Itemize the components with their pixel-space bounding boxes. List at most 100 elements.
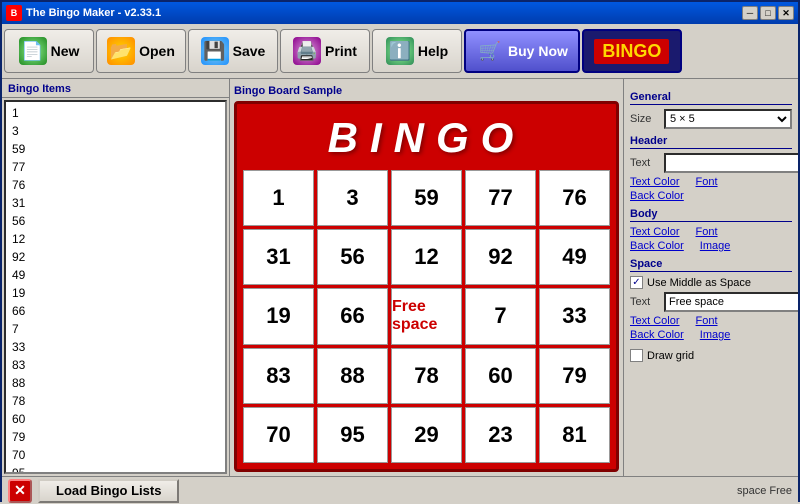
draw-grid-checkbox[interactable] bbox=[630, 349, 643, 362]
help-button[interactable]: ℹ️ Help bbox=[372, 29, 462, 73]
list-item[interactable]: 31 bbox=[8, 194, 223, 212]
bingo-logo-text: BINGO bbox=[594, 39, 669, 64]
list-item[interactable]: 77 bbox=[8, 158, 223, 176]
bingo-cell[interactable]: 76 bbox=[539, 170, 610, 226]
bingo-cell[interactable]: 56 bbox=[317, 229, 388, 285]
bingo-cell[interactable]: 78 bbox=[391, 348, 462, 404]
list-item[interactable]: 95 bbox=[8, 464, 223, 474]
space-text-color-row: Text Color Font bbox=[630, 315, 792, 327]
bottom-bar: ✕ Load Bingo Lists space Free bbox=[2, 476, 798, 504]
list-item[interactable]: 3 bbox=[8, 122, 223, 140]
bingo-cell[interactable]: 60 bbox=[465, 348, 536, 404]
bingo-cell[interactable]: Free space bbox=[391, 288, 462, 344]
bingo-cell[interactable]: 66 bbox=[317, 288, 388, 344]
list-item[interactable]: 59 bbox=[8, 140, 223, 158]
bingo-cell[interactable]: 3 bbox=[317, 170, 388, 226]
body-back-row: Back Color Image bbox=[630, 240, 792, 252]
header-section-label: Header bbox=[630, 135, 792, 149]
save-icon: 💾 bbox=[201, 37, 229, 65]
bingo-cell[interactable]: 33 bbox=[539, 288, 610, 344]
bingo-cell[interactable]: 77 bbox=[465, 170, 536, 226]
space-text-input[interactable] bbox=[664, 292, 798, 312]
bingo-cell[interactable]: 7 bbox=[465, 288, 536, 344]
header-text-row: Text bbox=[630, 153, 792, 173]
bingo-logo[interactable]: BINGO bbox=[582, 29, 682, 73]
save-button[interactable]: 💾 Save bbox=[188, 29, 278, 73]
header-back-row: Back Color bbox=[630, 190, 792, 202]
buy-now-button[interactable]: 🛒 Buy Now bbox=[464, 29, 580, 73]
list-item[interactable]: 88 bbox=[8, 374, 223, 392]
body-back-color-link[interactable]: Back Color bbox=[630, 240, 684, 252]
right-panel: General Size 5 × 5 4 × 4 3 × 3 Header Te… bbox=[623, 79, 798, 476]
load-bingo-lists-button[interactable]: Load Bingo Lists bbox=[38, 479, 179, 503]
list-item[interactable]: 79 bbox=[8, 428, 223, 446]
space-section-label: Space bbox=[630, 258, 792, 272]
list-item[interactable]: 49 bbox=[8, 266, 223, 284]
list-item[interactable]: 7 bbox=[8, 320, 223, 338]
list-item[interactable]: 92 bbox=[8, 248, 223, 266]
open-icon: 📂 bbox=[107, 37, 135, 65]
body-font-link[interactable]: Font bbox=[696, 226, 718, 238]
bingo-cell[interactable]: 95 bbox=[317, 407, 388, 463]
delete-button[interactable]: ✕ bbox=[8, 479, 32, 503]
list-item[interactable]: 19 bbox=[8, 284, 223, 302]
window-controls: ─ □ ✕ bbox=[742, 6, 794, 20]
list-item[interactable]: 70 bbox=[8, 446, 223, 464]
bingo-cell[interactable]: 79 bbox=[539, 348, 610, 404]
space-text-color-link[interactable]: Text Color bbox=[630, 315, 680, 327]
list-item[interactable]: 1 bbox=[8, 104, 223, 122]
list-item[interactable]: 12 bbox=[8, 230, 223, 248]
bingo-items-list[interactable]: 1359777631561292491966733838878607970952… bbox=[4, 100, 227, 474]
body-text-color-link[interactable]: Text Color bbox=[630, 226, 680, 238]
open-label: Open bbox=[139, 43, 175, 59]
bingo-cell[interactable]: 49 bbox=[539, 229, 610, 285]
open-button[interactable]: 📂 Open bbox=[96, 29, 186, 73]
use-middle-checkbox[interactable]: ✓ bbox=[630, 276, 643, 289]
bingo-cell[interactable]: 23 bbox=[465, 407, 536, 463]
list-item[interactable]: 56 bbox=[8, 212, 223, 230]
bingo-cell[interactable]: 1 bbox=[243, 170, 314, 226]
bingo-cell[interactable]: 88 bbox=[317, 348, 388, 404]
list-item[interactable]: 83 bbox=[8, 356, 223, 374]
list-item[interactable]: 78 bbox=[8, 392, 223, 410]
body-image-link[interactable]: Image bbox=[700, 240, 731, 252]
help-label: Help bbox=[418, 43, 448, 59]
bingo-cell[interactable]: 59 bbox=[391, 170, 462, 226]
delete-icon: ✕ bbox=[14, 482, 26, 499]
list-item[interactable]: 60 bbox=[8, 410, 223, 428]
space-text-label: Text bbox=[630, 296, 660, 308]
bingo-cell[interactable]: 12 bbox=[391, 229, 462, 285]
close-button[interactable]: ✕ bbox=[778, 6, 794, 20]
list-item[interactable]: 33 bbox=[8, 338, 223, 356]
bingo-cell[interactable]: 81 bbox=[539, 407, 610, 463]
maximize-button[interactable]: □ bbox=[760, 6, 776, 20]
space-image-link[interactable]: Image bbox=[700, 329, 731, 341]
main-content: Bingo Items 1359777631561292491966733838… bbox=[2, 79, 798, 476]
header-text-color-link[interactable]: Text Color bbox=[630, 176, 680, 188]
list-item[interactable]: 66 bbox=[8, 302, 223, 320]
print-button[interactable]: 🖨️ Print bbox=[280, 29, 370, 73]
bingo-cell[interactable]: 19 bbox=[243, 288, 314, 344]
bingo-cell[interactable]: 29 bbox=[391, 407, 462, 463]
header-back-color-link[interactable]: Back Color bbox=[630, 190, 684, 202]
size-select[interactable]: 5 × 5 4 × 4 3 × 3 bbox=[664, 109, 792, 129]
new-label: New bbox=[51, 43, 80, 59]
print-label: Print bbox=[325, 43, 357, 59]
new-button[interactable]: 📄 New bbox=[4, 29, 94, 73]
header-font-link[interactable]: Font bbox=[696, 176, 718, 188]
toolbar: 📄 New 📂 Open 💾 Save 🖨️ Print ℹ️ Help 🛒 B… bbox=[2, 24, 798, 79]
load-label: Load Bingo Lists bbox=[56, 483, 161, 498]
bingo-cell[interactable]: 83 bbox=[243, 348, 314, 404]
bingo-cell[interactable]: 31 bbox=[243, 229, 314, 285]
body-text-row: Text Color Font bbox=[630, 226, 792, 238]
bingo-cell[interactable]: 70 bbox=[243, 407, 314, 463]
minimize-button[interactable]: ─ bbox=[742, 6, 758, 20]
print-icon: 🖨️ bbox=[293, 37, 321, 65]
list-item[interactable]: 76 bbox=[8, 176, 223, 194]
bingo-board: BINGO 1359777631561292491966Free space73… bbox=[234, 101, 619, 472]
space-font-link[interactable]: Font bbox=[696, 315, 718, 327]
use-middle-label: Use Middle as Space bbox=[647, 277, 751, 289]
bingo-cell[interactable]: 92 bbox=[465, 229, 536, 285]
space-back-color-link[interactable]: Back Color bbox=[630, 329, 684, 341]
header-text-input[interactable] bbox=[664, 153, 798, 173]
